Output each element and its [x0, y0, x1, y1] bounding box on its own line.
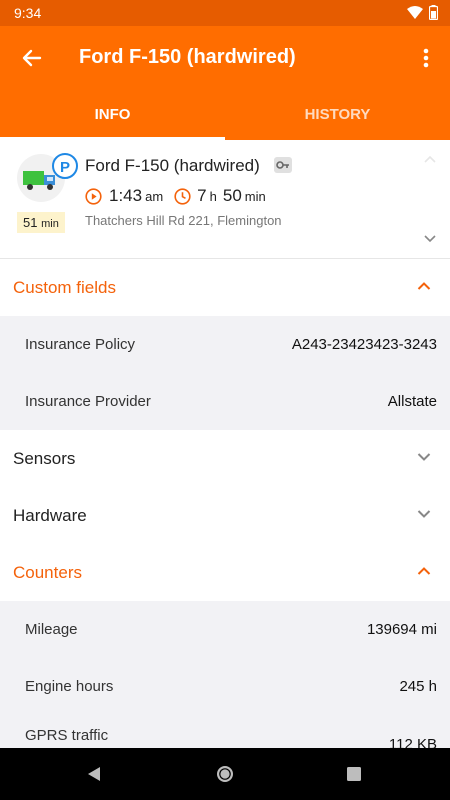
play-circle-icon [85, 187, 102, 205]
nav-recents-icon[interactable] [342, 762, 366, 786]
section-custom-fields-label: Custom fields [13, 278, 116, 297]
tab-bar: INFO HISTORY [0, 92, 450, 140]
counter-key: Engine hours [25, 678, 114, 695]
tab-info[interactable]: INFO [0, 92, 225, 140]
nav-home-icon[interactable] [213, 762, 237, 786]
start-time: 1:43 [109, 186, 143, 205]
page-title: Ford F-150 (hardwired) [79, 46, 296, 68]
parked-minutes: 50 [222, 186, 242, 205]
counter-key: GPRS traffic [25, 727, 109, 744]
tab-history[interactable]: HISTORY [225, 92, 450, 140]
chevron-up-icon [417, 567, 431, 575]
back-arrow-icon[interactable] [18, 44, 46, 72]
field-value: Allstate [387, 393, 437, 410]
app-bar: Ford F-150 (hardwired) INFO HISTORY [0, 26, 450, 140]
counter-value: 139694 mi [366, 621, 437, 638]
status-bar: 9:34 [0, 0, 450, 26]
section-custom-fields[interactable]: Custom fields [0, 259, 450, 317]
duration-unit: min [41, 218, 59, 230]
duration-badge: 51 min [17, 212, 65, 233]
chevron-down-icon[interactable] [423, 234, 437, 244]
more-vert-icon[interactable] [416, 44, 436, 72]
parked-hours: 7 [197, 186, 207, 205]
parked-hours-unit: h [209, 188, 217, 204]
chevron-down-icon [417, 453, 431, 461]
chevron-down-icon [417, 510, 431, 518]
custom-field-row: Insurance Provider Allstate [0, 373, 450, 431]
key-icon [274, 157, 292, 173]
system-nav-bar [0, 748, 450, 800]
clock-icon [174, 187, 191, 205]
duration-value: 51 [23, 215, 38, 230]
wifi-icon [407, 5, 423, 19]
counter-row: Mileage 139694 mi [0, 601, 450, 659]
section-sensors[interactable]: Sensors [0, 430, 450, 488]
section-counters[interactable]: Counters [0, 544, 450, 602]
parking-badge: P [52, 153, 78, 179]
parked-minutes-unit: min [244, 188, 266, 204]
unit-address: Thatchers Hill Rd 221, Flemington [85, 213, 282, 228]
chevron-up-icon [417, 282, 431, 290]
unit-card[interactable]: P 51 min Ford F-150 (hardwired) 1:43 am … [0, 140, 450, 259]
unit-name: Ford F-150 (hardwired) [85, 156, 260, 175]
field-key: Insurance Provider [25, 393, 151, 410]
battery-icon [429, 5, 438, 20]
chevron-up-icon[interactable] [423, 154, 437, 164]
field-key: Insurance Policy [25, 336, 136, 353]
custom-field-row: Insurance Policy A243-23423423-3243 [0, 316, 450, 374]
field-value: A243-23423423-3243 [291, 336, 437, 353]
start-time-suffix: am [145, 188, 164, 204]
status-time: 9:34 [14, 5, 42, 21]
nav-back-icon[interactable] [82, 762, 106, 786]
counter-row: Engine hours 245 h [0, 658, 450, 716]
counter-value: 245 h [399, 678, 437, 695]
section-sensors-label: Sensors [13, 449, 76, 468]
unit-times: 1:43 am 7 h 50 min [85, 186, 266, 206]
section-hardware[interactable]: Hardware [0, 487, 450, 545]
section-counters-label: Counters [13, 563, 82, 582]
counter-key: Mileage [25, 621, 78, 638]
section-hardware-label: Hardware [13, 506, 87, 525]
